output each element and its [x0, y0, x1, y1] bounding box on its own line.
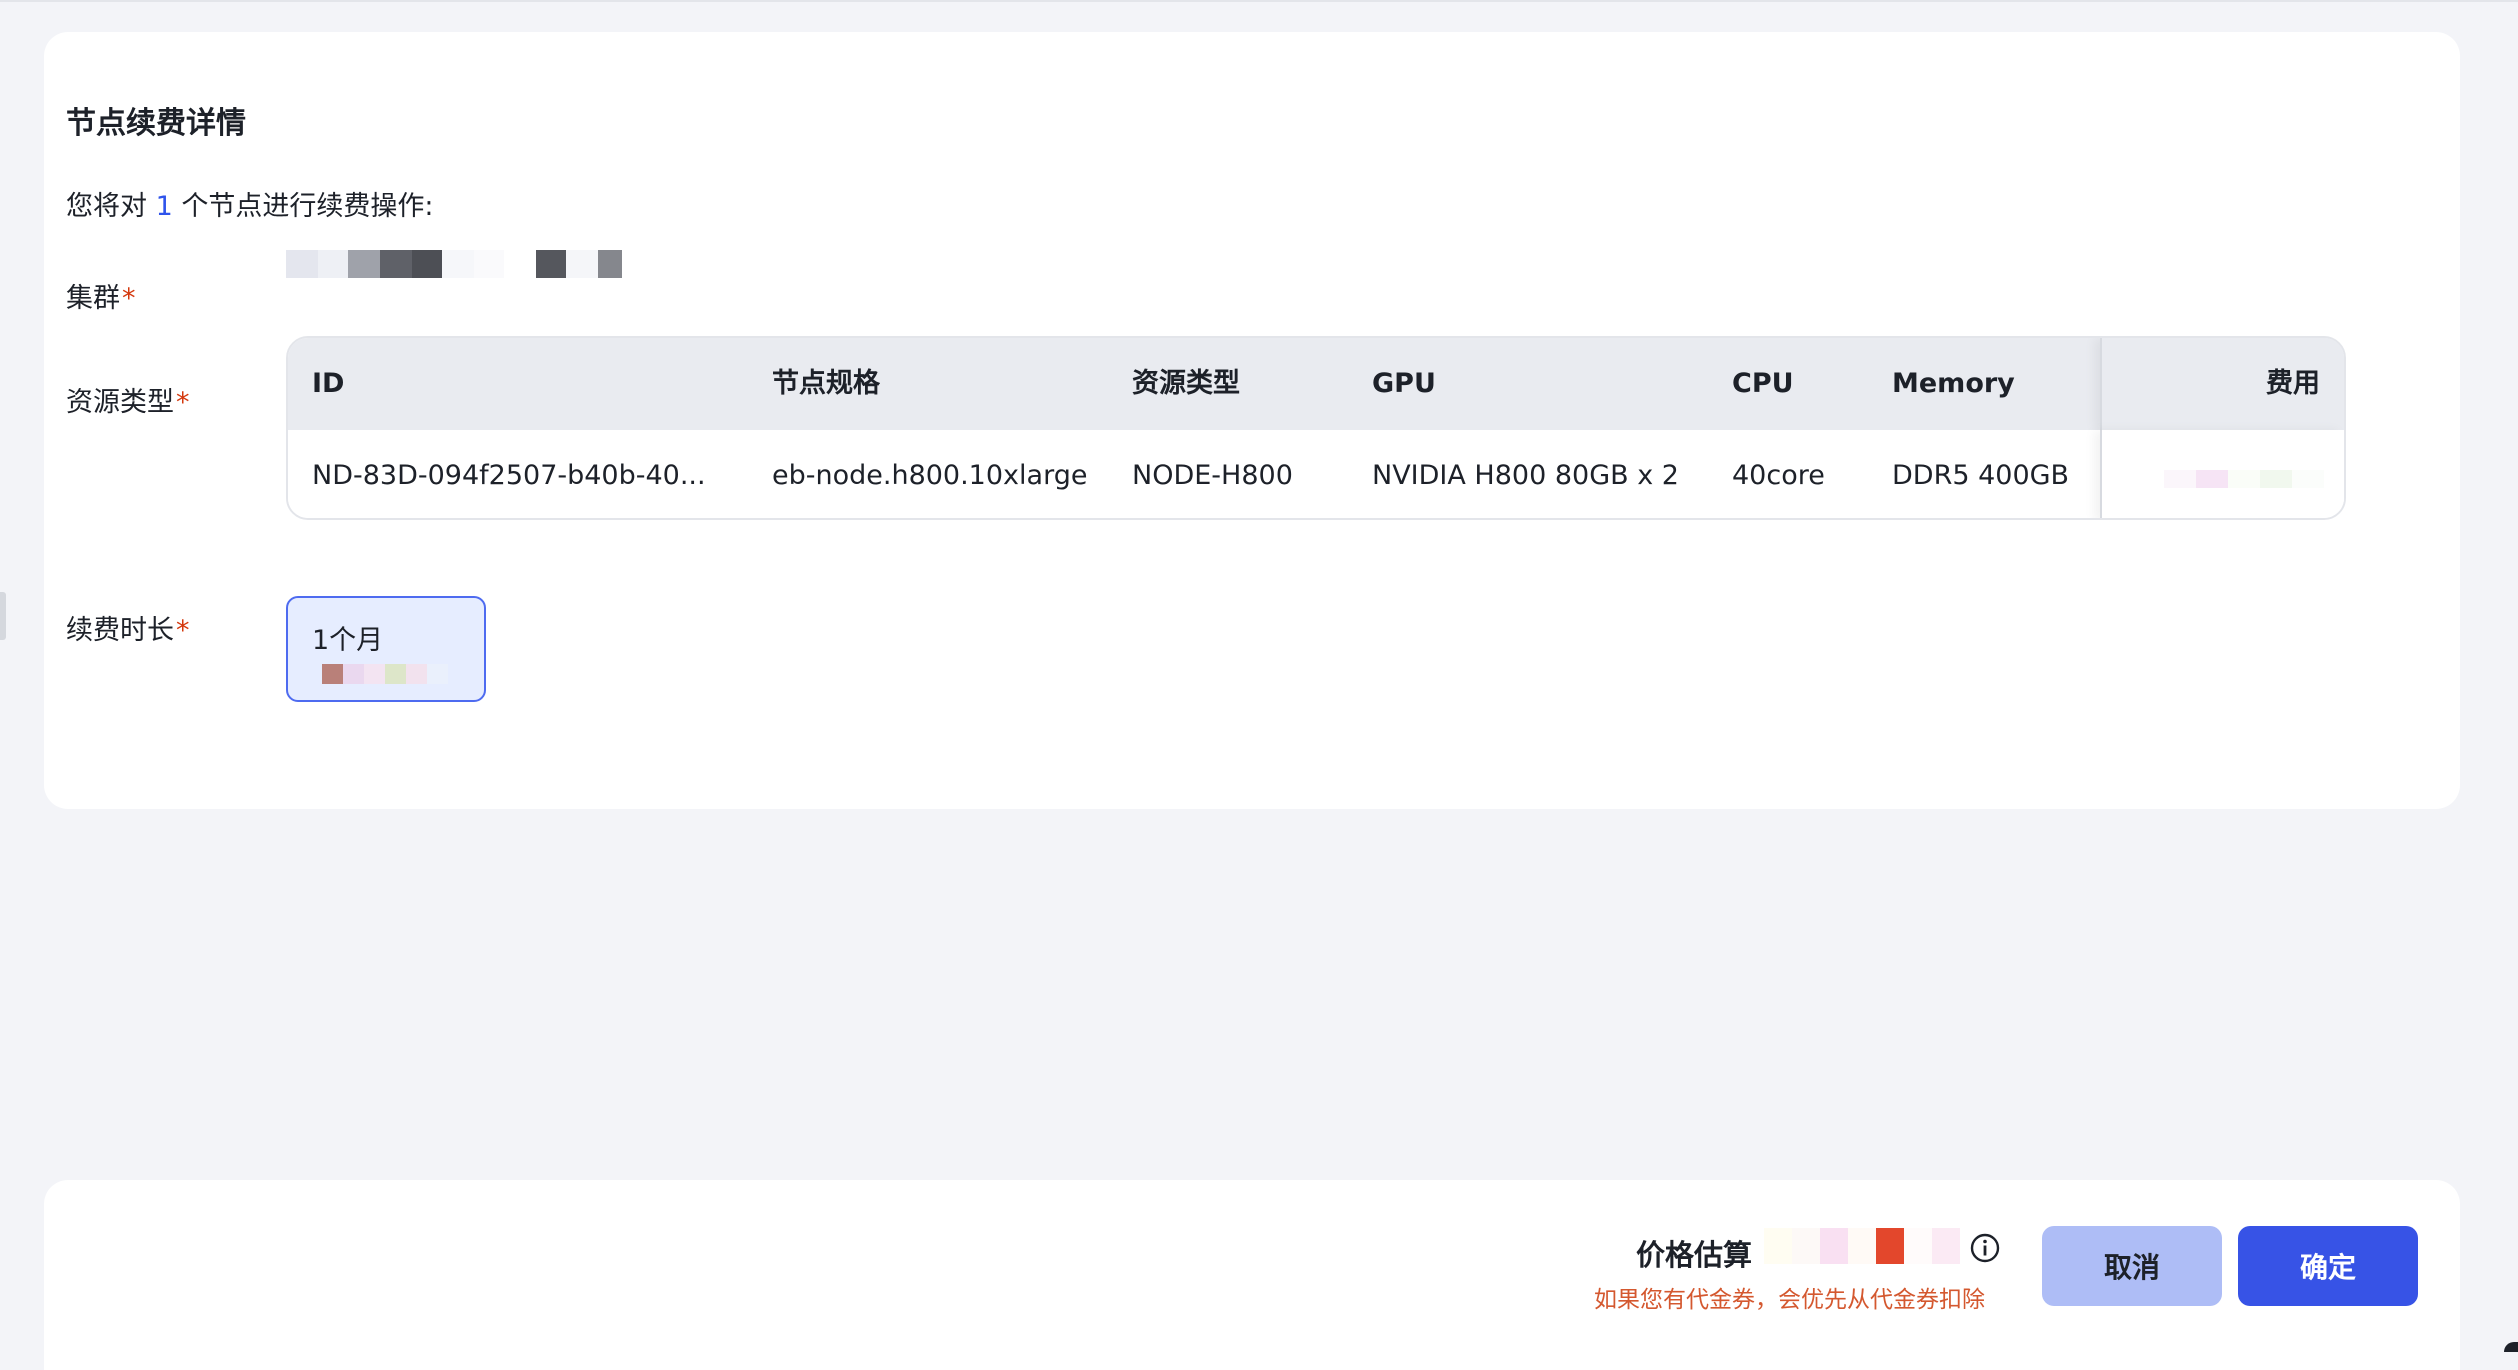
cell-node-spec: eb-node.h800.10xlarge	[772, 460, 1088, 491]
duration-label: 续费时长*	[66, 608, 190, 647]
fee-column-header: 费用	[2100, 338, 2344, 430]
required-mark: *	[176, 615, 190, 646]
cluster-label-text: 集群	[66, 283, 120, 314]
col-header-memory: Memory	[1892, 368, 2015, 399]
cell-node-id: ND-83D-094f2507-b40b-40...	[312, 460, 706, 491]
cell-fee-redacted	[2164, 470, 2324, 488]
cancel-button[interactable]: 取消	[2042, 1226, 2222, 1306]
col-header-cpu: CPU	[1732, 368, 1794, 399]
cell-cpu: 40core	[1732, 460, 1825, 491]
renewal-intro: 您将对 1 个节点进行续费操作:	[66, 184, 433, 223]
required-mark: *	[122, 283, 136, 314]
cluster-label: 集群*	[66, 276, 136, 315]
col-header-fee: 费用	[2266, 368, 2320, 399]
duration-option-1-month[interactable]: 1个月	[286, 596, 486, 702]
sidebar-collapse-handle[interactable]	[0, 592, 6, 640]
resource-table: ID 节点规格 资源类型 GPU CPU Memory 费用 ND-83D-09…	[286, 336, 2346, 520]
cell-memory: DDR5 400GB	[1892, 460, 2070, 491]
table-header: ID 节点规格 资源类型 GPU CPU Memory 费用	[288, 338, 2344, 430]
price-estimate-label: 价格估算	[1636, 1238, 1753, 1272]
page-title: 节点续费详情	[66, 106, 246, 141]
node-count: 1	[155, 191, 173, 222]
cell-resource-type: NODE-H800	[1132, 460, 1293, 491]
top-divider	[0, 0, 2518, 2]
price-estimate-value-redacted	[1764, 1228, 1960, 1264]
intro-prefix: 您将对	[66, 191, 147, 222]
required-mark: *	[176, 387, 190, 418]
cell-gpu: NVIDIA H800 80GB x 2	[1372, 460, 1679, 491]
resource-type-label: 资源类型*	[66, 380, 190, 419]
voucher-note: 如果您有代金券，会优先从代金券扣除	[1594, 1287, 1985, 1313]
window-corner	[2504, 1342, 2518, 1352]
col-header-spec: 节点规格	[772, 368, 880, 399]
fee-column-cell	[2100, 430, 2344, 518]
duration-option-price-redacted	[322, 664, 448, 684]
duration-label-text: 续费时长	[66, 615, 174, 646]
col-header-id: ID	[312, 368, 345, 399]
table-row[interactable]: ND-83D-094f2507-b40b-40... eb-node.h800.…	[288, 430, 2344, 518]
intro-suffix: 个节点进行续费操作:	[181, 191, 434, 222]
confirm-button[interactable]: 确定	[2238, 1226, 2418, 1306]
col-header-resource-type: 资源类型	[1132, 368, 1240, 399]
cluster-value-redacted	[286, 250, 622, 278]
duration-option-label: 1个月	[312, 625, 384, 656]
col-header-gpu: GPU	[1372, 368, 1436, 399]
info-icon[interactable]	[1970, 1233, 2000, 1263]
resource-type-label-text: 资源类型	[66, 387, 174, 418]
